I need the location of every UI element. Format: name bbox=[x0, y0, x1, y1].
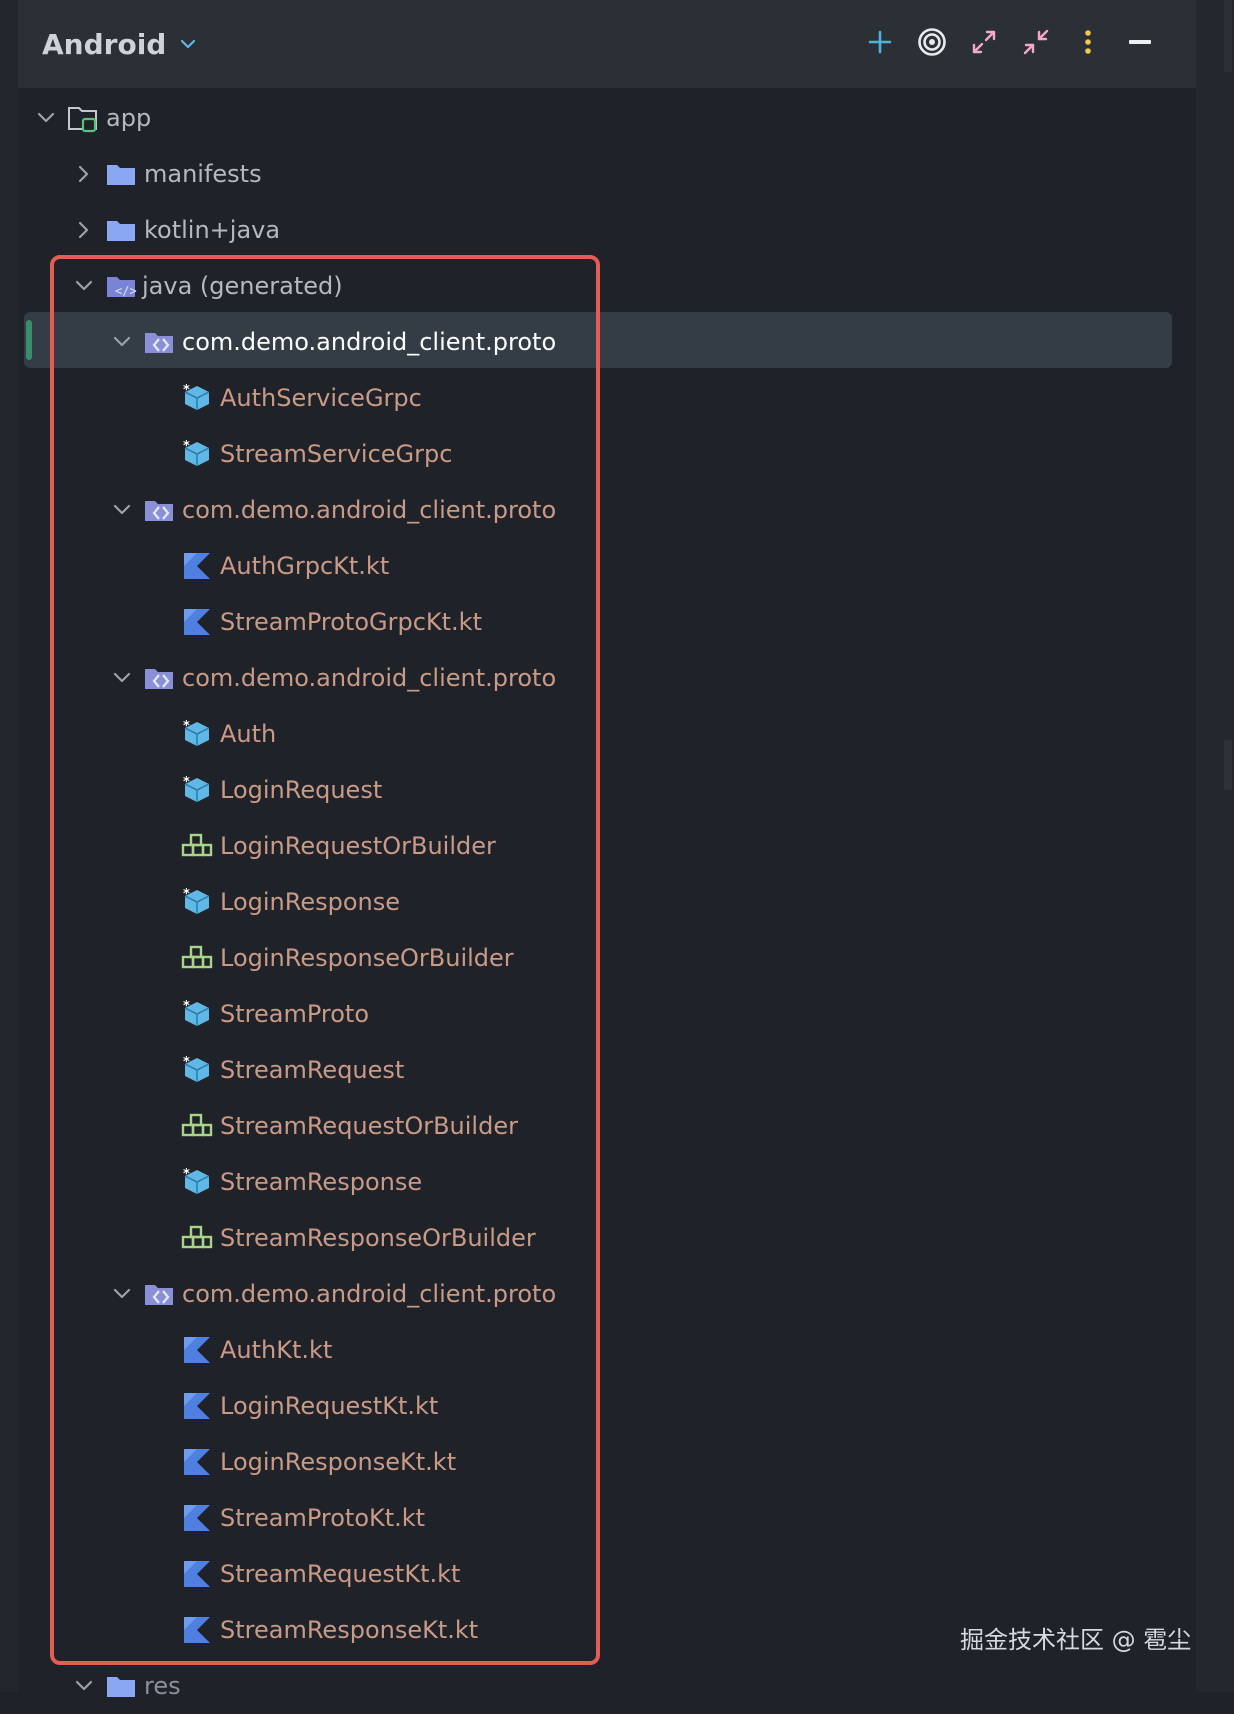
collapse-all-icon bbox=[1023, 29, 1049, 55]
tool-window-header: Android bbox=[18, 0, 1196, 88]
tree-node-label: manifests bbox=[144, 160, 262, 188]
module-folder-icon bbox=[68, 107, 97, 133]
locate-button[interactable] bbox=[912, 22, 952, 62]
collapse-all-button[interactable] bbox=[1016, 22, 1056, 62]
tree-node-app[interactable]: app bbox=[18, 90, 1196, 146]
folder-icon bbox=[107, 1677, 135, 1697]
tree-node-label: kotlin+java bbox=[144, 216, 281, 244]
minimize-button[interactable] bbox=[1120, 22, 1160, 62]
expand-all-button[interactable] bbox=[964, 22, 1004, 62]
chevron-down-icon[interactable] bbox=[74, 1676, 94, 1696]
left-tool-strip bbox=[0, 0, 18, 1692]
watermark: 掘金技术社区 @ 雹尘 bbox=[960, 1626, 1192, 1654]
folder-icon bbox=[107, 165, 135, 185]
scrollbar-thumb[interactable] bbox=[1224, 740, 1232, 790]
folder-icon bbox=[104, 158, 138, 190]
tree-node-kotlin-java[interactable]: kotlin+java bbox=[18, 202, 1196, 258]
annotation-highlight-box bbox=[50, 255, 600, 1665]
add-button[interactable] bbox=[860, 22, 900, 62]
module-folder-icon bbox=[66, 102, 100, 134]
tree-toggle[interactable] bbox=[36, 108, 56, 128]
tree-node-res[interactable]: res bbox=[18, 1658, 1196, 1714]
folder-icon bbox=[104, 214, 138, 246]
tree-node-manifests[interactable]: manifests bbox=[18, 146, 1196, 202]
chevron-down-icon[interactable] bbox=[36, 108, 56, 128]
project-tool-window: Android app manifests kotlin+java </> ja… bbox=[0, 0, 1234, 1700]
minimize-icon bbox=[1129, 40, 1151, 44]
tree-node-label: app bbox=[106, 104, 152, 132]
chevron-down-icon bbox=[181, 39, 196, 49]
tree-toggle[interactable] bbox=[74, 220, 94, 240]
chevron-right-icon[interactable] bbox=[74, 164, 94, 184]
tree-node-label: res bbox=[144, 1672, 181, 1700]
expand-all-icon bbox=[972, 30, 996, 54]
more-options-icon bbox=[1085, 30, 1091, 54]
more-options-button[interactable] bbox=[1068, 22, 1108, 62]
view-selector[interactable]: Android bbox=[42, 24, 198, 64]
right-tool-strip bbox=[1196, 0, 1234, 1692]
folder-icon bbox=[104, 1670, 138, 1702]
add-icon bbox=[868, 30, 892, 54]
tree-toggle[interactable] bbox=[74, 164, 94, 184]
folder-icon bbox=[107, 221, 135, 241]
tree-toggle[interactable] bbox=[74, 1676, 94, 1696]
locate-target-icon bbox=[918, 28, 946, 56]
chevron-right-icon[interactable] bbox=[74, 220, 94, 240]
right-edge-mark bbox=[1224, 0, 1232, 72]
view-selector-label: Android bbox=[42, 27, 167, 61]
